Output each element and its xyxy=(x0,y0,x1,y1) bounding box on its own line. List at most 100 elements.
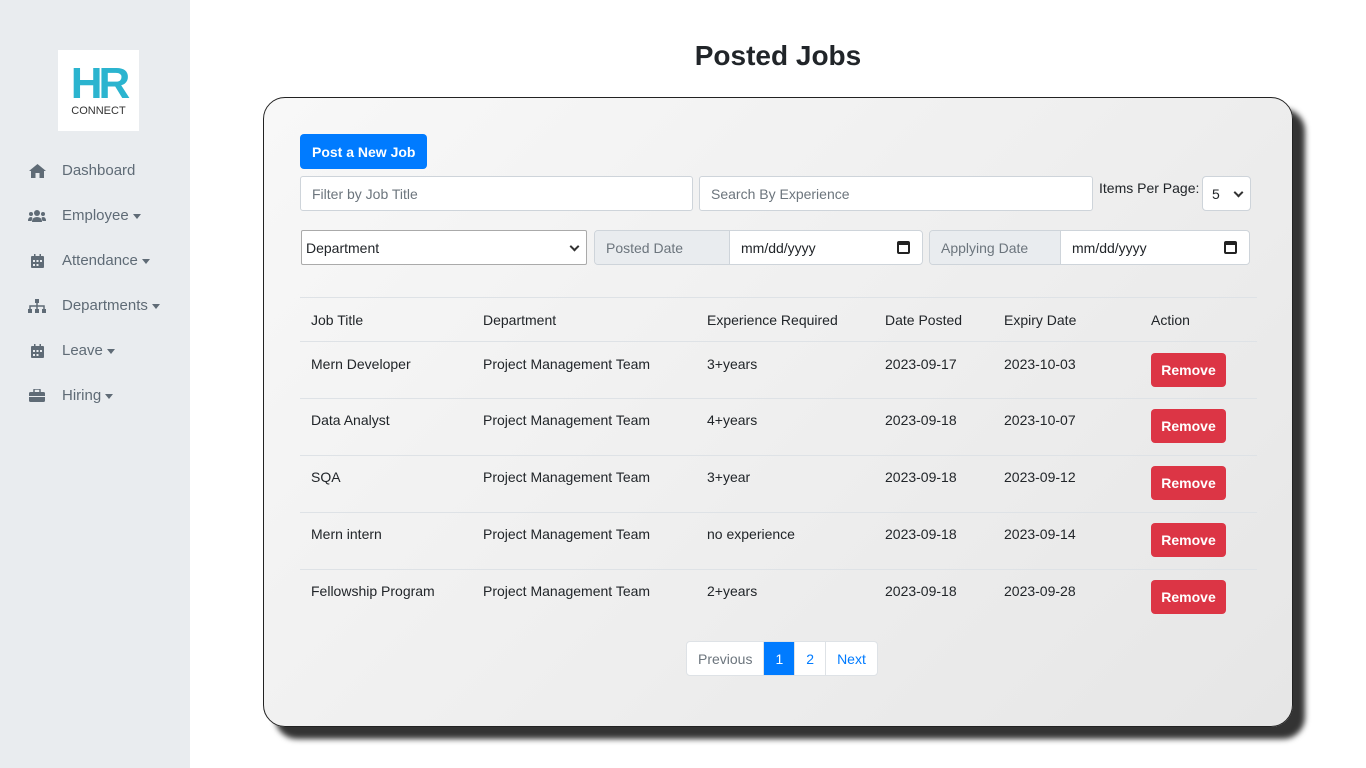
department-cell: Project Management Team xyxy=(483,412,651,428)
sidebar-item-label: Departments xyxy=(62,297,148,314)
applying-date-group: Applying Date mm/dd/yyyy xyxy=(929,230,1250,265)
sitemap-icon xyxy=(28,298,46,314)
remove-button[interactable]: Remove xyxy=(1151,409,1226,443)
job-title-cell: Mern Developer xyxy=(311,356,411,372)
sidebar-item-leave[interactable]: Leave xyxy=(0,328,190,373)
experience-cell: 3+year xyxy=(707,469,751,485)
experience-cell: 4+years xyxy=(707,412,758,428)
action-cell: Remove xyxy=(1140,570,1257,614)
pagination-next[interactable]: Next xyxy=(825,642,877,675)
experience-cell: 3+years xyxy=(707,356,758,372)
sidebar-item-employee[interactable]: Employee xyxy=(0,193,190,238)
home-icon xyxy=(28,163,46,179)
calendar-icon[interactable] xyxy=(1224,241,1237,254)
table-row: Mern intern Project Management Team no e… xyxy=(300,512,1257,569)
sidebar-item-label: Leave xyxy=(62,342,103,359)
job-title-cell: SQA xyxy=(311,469,341,485)
table-row: Data Analyst Project Management Team 4+y… xyxy=(300,398,1257,455)
applying-date-input[interactable]: mm/dd/yyyy xyxy=(1061,231,1249,264)
action-cell: Remove xyxy=(1140,456,1257,500)
calendar-icon xyxy=(28,343,46,359)
pagination-page-2[interactable]: 2 xyxy=(794,642,825,675)
expiry-date-cell: 2023-10-07 xyxy=(1004,412,1076,428)
sidebar-item-label: Attendance xyxy=(62,252,138,269)
briefcase-icon xyxy=(28,388,46,404)
experience-cell: no experience xyxy=(707,526,795,542)
caret-down-icon xyxy=(132,214,141,219)
date-posted-cell: 2023-09-18 xyxy=(885,583,957,599)
pagination-page-1[interactable]: 1 xyxy=(763,642,795,675)
sidebar-item-departments[interactable]: Departments xyxy=(0,283,190,328)
posted-date-label: Posted Date xyxy=(595,231,730,264)
logo-connect-text: CONNECT xyxy=(71,105,126,117)
items-per-page-label: Items Per Page: xyxy=(1099,180,1200,196)
caret-down-icon xyxy=(106,349,115,354)
jobs-table: Job Title Department Experience Required… xyxy=(300,297,1257,626)
sidebar: HR CONNECT Dashboard Employee Attendance xyxy=(0,0,190,768)
logo-hr-text: HR xyxy=(70,59,131,108)
page-title: Posted Jobs xyxy=(694,40,862,71)
job-title-cell: Fellowship Program xyxy=(311,583,435,599)
remove-button[interactable]: Remove xyxy=(1151,523,1226,557)
column-header: Expiry Date xyxy=(1004,311,1077,328)
expiry-date-cell: 2023-09-28 xyxy=(1004,583,1076,599)
sidebar-item-dashboard[interactable]: Dashboard xyxy=(0,148,190,193)
posted-date-input[interactable]: mm/dd/yyyy xyxy=(730,231,922,264)
job-title-cell: Data Analyst xyxy=(311,412,390,428)
sidebar-item-label: Dashboard xyxy=(62,162,136,179)
date-posted-cell: 2023-09-18 xyxy=(885,412,957,428)
department-cell: Project Management Team xyxy=(483,469,651,485)
department-cell: Project Management Team xyxy=(483,583,651,599)
applying-date-label: Applying Date xyxy=(930,231,1061,264)
expiry-date-cell: 2023-10-03 xyxy=(1004,356,1076,372)
department-cell: Project Management Team xyxy=(483,526,651,542)
date-posted-cell: 2023-09-18 xyxy=(885,469,957,485)
jobs-card: Post a New Job Filter by Job Title Searc… xyxy=(263,97,1293,727)
department-select[interactable]: Department xyxy=(301,230,587,265)
table-row: Mern Developer Project Management Team 3… xyxy=(300,341,1257,398)
pagination-previous[interactable]: Previous xyxy=(687,642,763,675)
sidebar-item-label: Employee xyxy=(62,207,129,224)
job-title-cell: Mern intern xyxy=(311,526,382,542)
items-per-page-value: 5 xyxy=(1212,185,1220,202)
column-header: Job Title xyxy=(311,311,364,328)
calendar-icon xyxy=(28,253,46,269)
action-cell: Remove xyxy=(1140,399,1257,443)
table-row: Fellowship Program Project Management Te… xyxy=(300,569,1257,626)
sidebar-item-label: Hiring xyxy=(62,387,102,404)
column-header: Date Posted xyxy=(885,311,963,328)
sidebar-item-attendance[interactable]: Attendance xyxy=(0,238,190,283)
caret-down-icon xyxy=(151,304,160,309)
date-posted-cell: 2023-09-18 xyxy=(885,526,957,542)
calendar-icon[interactable] xyxy=(897,241,910,254)
users-icon xyxy=(28,208,46,224)
sidebar-nav: Dashboard Employee Attendance Department… xyxy=(0,148,190,418)
chevron-down-icon xyxy=(569,241,580,252)
column-header: Experience Required xyxy=(707,311,838,328)
department-select-value: Department xyxy=(306,239,380,256)
items-per-page-select[interactable]: 5 xyxy=(1202,176,1251,211)
caret-down-icon xyxy=(105,394,114,399)
experience-search-input[interactable]: Search By Experience xyxy=(699,176,1093,211)
chevron-down-icon xyxy=(1233,187,1244,198)
applying-date-value: mm/dd/yyyy xyxy=(1072,239,1147,256)
expiry-date-cell: 2023-09-12 xyxy=(1004,469,1076,485)
remove-button[interactable]: Remove xyxy=(1151,580,1226,614)
sidebar-item-hiring[interactable]: Hiring xyxy=(0,373,190,418)
posted-date-value: mm/dd/yyyy xyxy=(741,239,816,256)
table-header-row: Job Title Department Experience Required… xyxy=(300,297,1257,341)
department-cell: Project Management Team xyxy=(483,356,651,372)
expiry-date-cell: 2023-09-14 xyxy=(1004,526,1076,542)
remove-button[interactable]: Remove xyxy=(1151,466,1226,500)
logo: HR CONNECT xyxy=(58,50,139,131)
post-new-job-button[interactable]: Post a New Job xyxy=(300,134,428,169)
column-header: Action xyxy=(1151,311,1190,328)
experience-cell: 2+years xyxy=(707,583,758,599)
job-title-filter-input[interactable]: Filter by Job Title xyxy=(300,176,693,211)
column-header: Department xyxy=(483,311,557,328)
action-cell: Remove xyxy=(1140,513,1257,557)
remove-button[interactable]: Remove xyxy=(1151,353,1226,387)
pagination: Previous 1 2 Next xyxy=(686,641,878,676)
date-posted-cell: 2023-09-17 xyxy=(885,356,957,372)
action-cell: Remove xyxy=(1140,342,1257,387)
